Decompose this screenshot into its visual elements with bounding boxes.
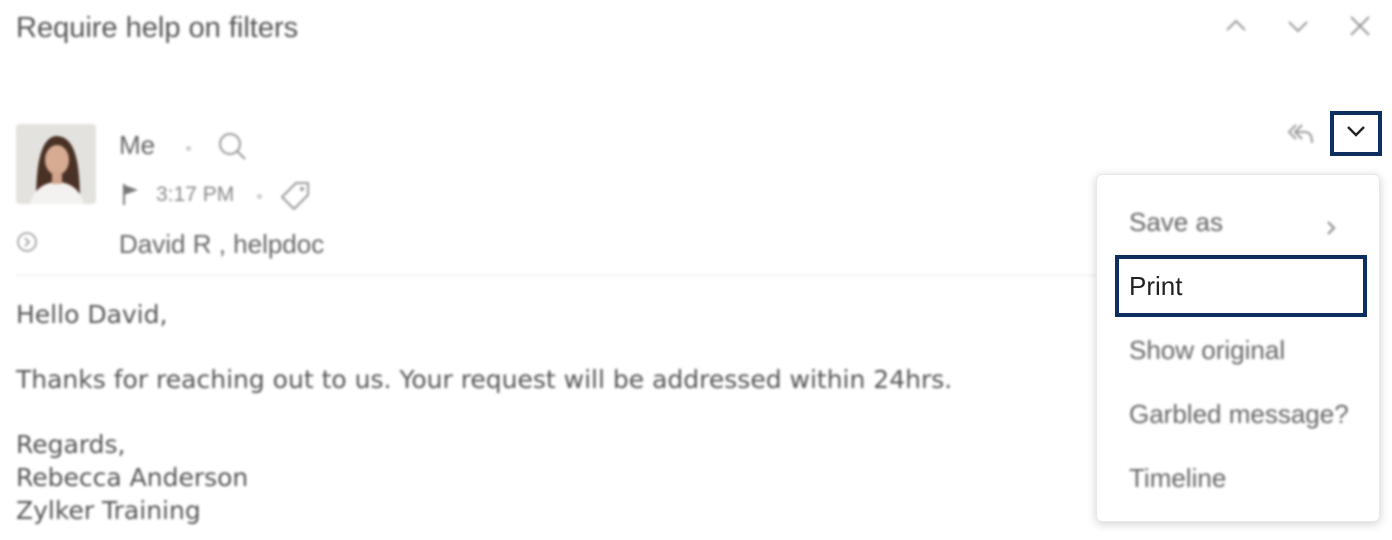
- sender-avatar[interactable]: [16, 124, 96, 204]
- separator-dot: [257, 194, 262, 199]
- chevron-down-icon: [1345, 124, 1367, 143]
- chevron-right-icon: [1325, 213, 1337, 244]
- message-paragraph: Thanks for reaching out to us. Your requ…: [16, 365, 953, 394]
- more-actions-menu: Save as Print Show original Garbled mess…: [1096, 174, 1380, 522]
- menu-item-label: Garbled message?: [1129, 398, 1349, 429]
- chevron-up-icon[interactable]: [1222, 12, 1250, 40]
- header-divider: [16, 275, 1096, 276]
- sender-name[interactable]: Me: [119, 130, 155, 161]
- menu-item-print[interactable]: Print: [1115, 255, 1367, 317]
- menu-item-garbled-message[interactable]: Garbled message?: [1115, 383, 1367, 445]
- mail-subject: Require help on filters: [16, 12, 299, 44]
- message-signoff: Regards,: [16, 430, 126, 459]
- menu-item-label: Save as: [1129, 206, 1223, 237]
- separator-dot: [186, 146, 191, 151]
- menu-item-label: Timeline: [1129, 462, 1227, 493]
- tag-icon[interactable]: [279, 180, 311, 217]
- message-time: 3:17 PM: [156, 183, 235, 206]
- recipients-list[interactable]: David R , helpdoc: [119, 229, 324, 260]
- close-icon[interactable]: [1346, 12, 1374, 40]
- menu-item-show-original[interactable]: Show original: [1115, 319, 1367, 381]
- menu-item-timeline[interactable]: Timeline: [1115, 447, 1367, 509]
- flag-icon[interactable]: [121, 182, 141, 211]
- search-icon[interactable]: [217, 131, 247, 166]
- message-body: Hello David, Thanks for reaching out to …: [16, 298, 1076, 527]
- menu-item-save-as[interactable]: Save as: [1115, 191, 1367, 253]
- menu-item-label: Show original: [1129, 334, 1286, 365]
- signature-name: Rebecca Anderson: [16, 463, 249, 492]
- mail-nav-controls: [1222, 12, 1374, 40]
- reply-all-icon[interactable]: [1287, 121, 1315, 152]
- menu-item-label: Print: [1129, 270, 1183, 301]
- message-greeting: Hello David,: [16, 300, 168, 329]
- chevron-down-icon[interactable]: [1284, 12, 1312, 40]
- expand-recipients-icon[interactable]: [16, 231, 38, 258]
- more-actions-button[interactable]: [1330, 111, 1382, 156]
- signature-org: Zylker Training: [16, 496, 201, 525]
